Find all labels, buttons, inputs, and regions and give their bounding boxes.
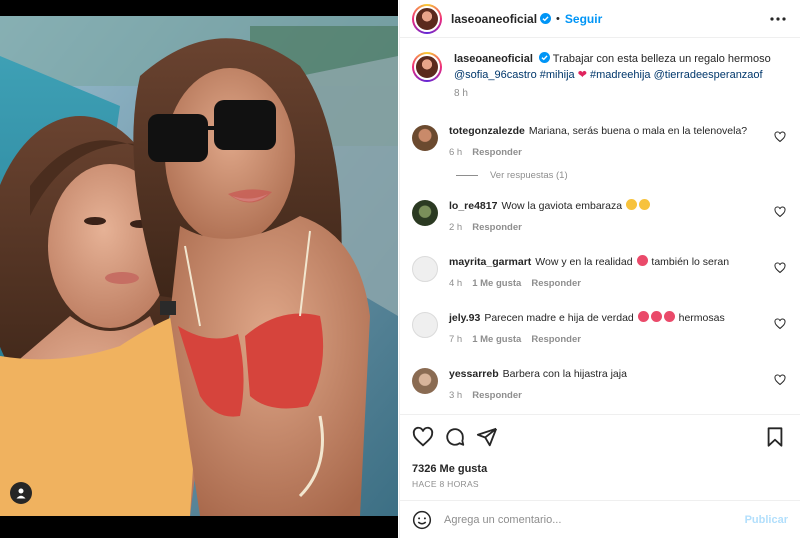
post-details-panel: laseoaneoficial • Seguir laseoaneoficial… [399, 0, 800, 538]
verified-icon [540, 13, 552, 24]
comment-time[interactable]: 6 h [449, 146, 462, 160]
comment-icon[interactable] [444, 426, 466, 448]
emoji-icon[interactable] [412, 510, 432, 530]
publish-button[interactable]: Publicar [745, 514, 788, 526]
post-header: laseoaneoficial • Seguir [400, 0, 800, 38]
reply-button[interactable]: Responder [531, 333, 581, 347]
heart-eyes-emoji-icon [636, 255, 648, 266]
post-photo[interactable] [0, 0, 398, 538]
author-avatar[interactable] [412, 3, 442, 34]
comment-text-2: hermosas [678, 312, 725, 324]
comment-item: jely.93 Parecen madre e hija de verdad he… [412, 311, 790, 347]
action-bar: 7326 Me gusta HACE 8 HORAS [400, 414, 800, 502]
reply-button[interactable]: Responder [472, 146, 522, 160]
heart-icon[interactable] [774, 131, 786, 143]
user-tag-icon[interactable] [10, 482, 32, 504]
reply-button[interactable]: Responder [472, 221, 522, 235]
caption-avatar[interactable] [412, 52, 442, 82]
caption-username[interactable]: laseoaneoficial [454, 53, 533, 65]
view-replies-button[interactable]: Ver respuestas (1) [456, 170, 790, 181]
comment-time[interactable]: 2 h [449, 221, 462, 235]
hashtag-link[interactable]: #mihija [540, 69, 575, 81]
follow-button[interactable]: Seguir [565, 12, 602, 26]
comment-time[interactable]: 4 h [449, 277, 462, 291]
comments-list[interactable]: laseoaneoficial Trabajar con esta bellez… [400, 39, 800, 414]
heart-eyes-emoji-icon [637, 311, 649, 322]
comment-username[interactable]: mayrita_garmart [449, 256, 531, 268]
comment-username[interactable]: lo_re4817 [449, 200, 497, 212]
comment-time[interactable]: 3 h [449, 389, 462, 403]
comment-username[interactable]: jely.93 [449, 312, 480, 324]
comment-text: Barbera con la hijastra jaja [502, 368, 627, 380]
comment-item: lo_re4817 Wow la gaviota embaraza 2 h Res… [412, 199, 790, 235]
heart-icon[interactable] [774, 318, 786, 330]
mention-link[interactable]: @tierradeesperanzaof [654, 69, 763, 81]
comment-item: totegonzalezde Mariana, serás buena o mal… [412, 124, 790, 160]
comment-item: mayrita_garmart Wow y en la realidad tamb… [412, 255, 790, 291]
heart-emoji: ❤ [577, 69, 587, 81]
reply-button[interactable]: Responder [472, 389, 522, 403]
comment-avatar[interactable] [412, 125, 438, 151]
caption-text: Trabajar con esta belleza un regalo herm… [552, 53, 771, 65]
comment-username[interactable]: totegonzalezde [449, 125, 525, 137]
verified-icon [538, 52, 550, 63]
post-timestamp: HACE 8 HORAS [412, 479, 479, 489]
comment-text: Mariana, serás buena o mala en la teleno… [528, 125, 748, 137]
more-icon[interactable] [766, 9, 790, 29]
photo-image [0, 16, 398, 516]
laughing-emoji-icon [639, 199, 651, 210]
likes-count[interactable]: 7326 Me gusta [412, 463, 788, 475]
view-replies-label: Ver respuestas (1) [490, 170, 568, 181]
bookmark-icon[interactable] [764, 426, 786, 448]
comment-text: Wow la gaviota embaraza [501, 200, 623, 212]
share-icon[interactable] [476, 426, 498, 448]
heart-icon[interactable] [774, 206, 786, 218]
heart-icon[interactable] [774, 374, 786, 386]
comment-item: yessarreb Barbera con la hijastra jaja 3 … [412, 367, 790, 403]
laughing-emoji-icon [626, 199, 638, 210]
comment-time[interactable]: 7 h [449, 333, 462, 347]
heart-icon[interactable] [774, 262, 786, 274]
heart-icon[interactable] [412, 426, 434, 448]
comment-avatar[interactable] [412, 256, 438, 282]
heart-eyes-emoji-icon [650, 311, 662, 322]
hashtag-link[interactable]: #madreehija [590, 69, 651, 81]
comment-username[interactable]: yessarreb [449, 368, 499, 380]
comment-text: Wow y en la realidad [535, 256, 633, 268]
comment-text: Parecen madre e hija de verdad [484, 312, 634, 324]
mention-link[interactable]: @sofia_96castro [454, 69, 537, 81]
caption-time[interactable]: 8 h [454, 86, 771, 102]
separator: • [556, 12, 560, 25]
comment-avatar[interactable] [412, 200, 438, 226]
comment-likes[interactable]: 1 Me gusta [472, 333, 521, 347]
author-username[interactable]: laseoaneoficial [451, 12, 537, 26]
comment-likes[interactable]: 1 Me gusta [472, 277, 521, 291]
comment-input[interactable] [444, 513, 745, 526]
heart-eyes-emoji-icon [663, 311, 675, 322]
caption: laseoaneoficial Trabajar con esta bellez… [412, 51, 790, 102]
comment-text-2: también lo seran [651, 256, 730, 268]
comment-composer: Publicar [400, 500, 800, 538]
comment-avatar[interactable] [412, 312, 438, 338]
comment-avatar[interactable] [412, 368, 438, 394]
reply-button[interactable]: Responder [531, 277, 581, 291]
